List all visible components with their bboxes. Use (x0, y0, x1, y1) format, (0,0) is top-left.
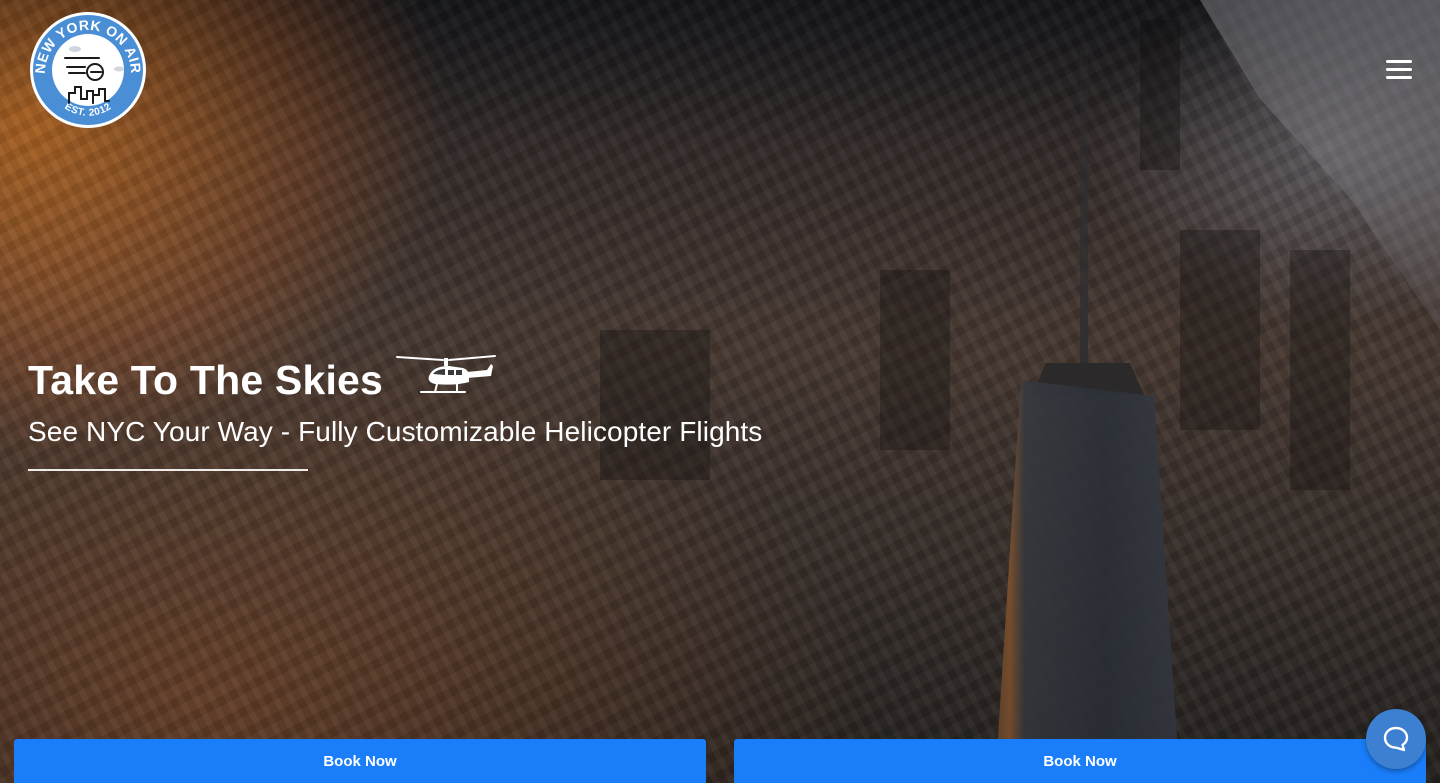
menu-bar-top (1386, 60, 1412, 63)
helicopter-icon (396, 355, 497, 393)
book-now-button-right[interactable]: Book Now (734, 739, 1426, 783)
hero-title-row: Take To The Skies (28, 350, 762, 410)
hero-subtitle: See NYC Your Way - Fully Customizable He… (28, 416, 763, 447)
hero-content: Take To The Skies See NYC Your Way - Ful… (28, 350, 762, 471)
menu-bar-middle (1386, 68, 1412, 71)
menu-bar-bottom (1386, 76, 1412, 79)
hero-divider (28, 469, 308, 471)
brand-logo[interactable]: NEW YORK ON AIR EST. 2012 (29, 11, 147, 129)
hamburger-menu-button[interactable] (1384, 58, 1414, 82)
logo-badge-icon: NEW YORK ON AIR EST. 2012 (30, 12, 146, 128)
chat-button[interactable] (1366, 709, 1426, 769)
book-now-button-left[interactable]: Book Now (14, 739, 706, 783)
chat-bubble-icon (1383, 726, 1409, 752)
hero-section: NEW YORK ON AIR EST. 2012 Take To The Sk… (0, 0, 1440, 783)
hero-title: Take To The Skies (28, 357, 384, 403)
